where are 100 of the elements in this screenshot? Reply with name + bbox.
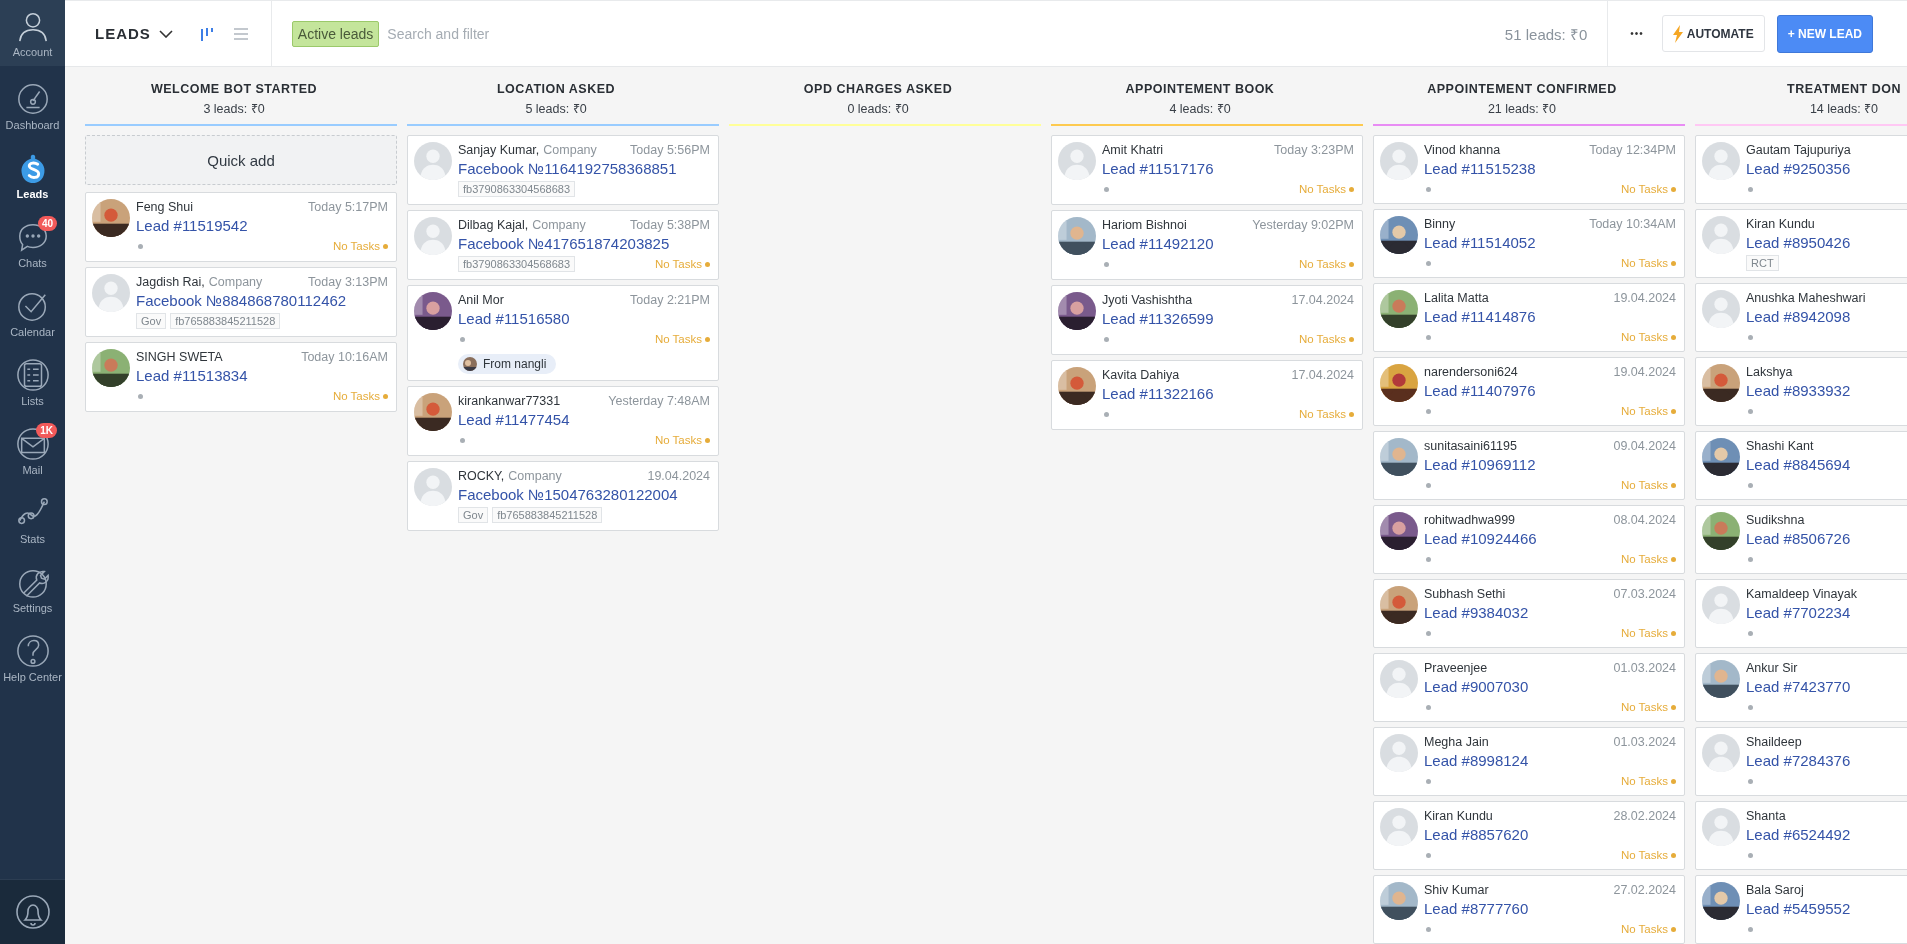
- search-field[interactable]: Search and filter: [385, 24, 1505, 43]
- lead-link[interactable]: Lead #8942098: [1746, 307, 1907, 327]
- message-note[interactable]: From nangli: [458, 354, 557, 374]
- lead-card[interactable]: Subhash Sethi 07.03.2024 Lead #9384032 No Tasks: [1373, 579, 1685, 648]
- lead-link[interactable]: Lead #11407976: [1424, 381, 1676, 401]
- sidebar-item[interactable]: Lists: [0, 348, 65, 417]
- tag[interactable]: fb765883845211528: [170, 313, 281, 329]
- lead-link[interactable]: Lead #10969112: [1424, 455, 1676, 475]
- lead-card[interactable]: Shaildeep Lead #7284376: [1695, 727, 1907, 796]
- tag[interactable]: fb3790863304568683: [458, 256, 576, 272]
- lead-card[interactable]: Kamaldeep Vinayak Lead #7702234: [1695, 579, 1907, 648]
- tag[interactable]: Gov: [136, 313, 167, 329]
- lead-link[interactable]: Lead #11414876: [1424, 307, 1676, 327]
- lead-card[interactable]: Jagdish Rai, Company Today 3:13PM Facebook №884868780112462 Gov fb765883845211528: [85, 267, 397, 337]
- lead-card[interactable]: Dilbag Kajal, Company Today 5:38PM Facebook №417651874203825 fb3790863304568683 No Tasks: [407, 210, 719, 280]
- lead-link[interactable]: Lead #11492120: [1102, 234, 1354, 254]
- lead-card[interactable]: Binny Today 10:34AM Lead #11514052 No Tasks: [1373, 209, 1685, 278]
- column-summary: 4 leads: ₹0: [1169, 101, 1232, 117]
- lead-link[interactable]: Lead #9250356: [1746, 159, 1907, 179]
- lead-link[interactable]: Lead #11326599: [1102, 309, 1354, 329]
- lead-card[interactable]: Vinod khanna Today 12:34PM Lead #11515238 No Tasks: [1373, 135, 1685, 204]
- pipeline-dropdown[interactable]: LEADS: [95, 25, 173, 42]
- lead-link[interactable]: Lead #8777760: [1424, 899, 1676, 919]
- lead-card[interactable]: Lakshya Lead #8933932: [1695, 357, 1907, 426]
- lead-card[interactable]: Ankur Sir Lead #7423770: [1695, 653, 1907, 722]
- lead-link[interactable]: Lead #11322166: [1102, 384, 1354, 404]
- filter-tag[interactable]: Active leads: [291, 20, 380, 47]
- lead-card[interactable]: Bala Saroj Lead #5459552: [1695, 875, 1907, 944]
- sidebar-item[interactable]: Account: [0, 0, 65, 66]
- lead-link[interactable]: Lead #11513834: [136, 366, 388, 386]
- lead-link[interactable]: Lead #8933932: [1746, 381, 1907, 401]
- lead-link[interactable]: Lead #6524492: [1746, 825, 1907, 845]
- lead-link[interactable]: Lead #8950426: [1746, 233, 1907, 253]
- tag[interactable]: Gov: [458, 507, 489, 523]
- lead-link[interactable]: Lead #8998124: [1424, 751, 1676, 771]
- tag[interactable]: RCT: [1746, 255, 1779, 271]
- lead-card[interactable]: Gautam Tajupuriya Lead #9250356: [1695, 135, 1907, 204]
- sidebar-item[interactable]: Calendar: [0, 279, 65, 348]
- lead-card[interactable]: Anil Mor Today 2:21PM Lead #11516580 No Tasks From nangli: [407, 285, 719, 381]
- column-title: LOCATION ASKED: [496, 82, 617, 96]
- tag[interactable]: fb765883845211528: [492, 507, 603, 523]
- lead-card[interactable]: Kavita Dahiya 17.04.2024 Lead #11322166 No Tasks: [1051, 360, 1363, 430]
- lead-card[interactable]: Kiran Kundu 28.02.2024 Lead #8857620 No Tasks: [1373, 801, 1685, 870]
- lead-card[interactable]: ROCKY, Company 19.04.2024 Facebook №1504763280122004 Gov fb765883845211528: [407, 461, 719, 531]
- sidebar-item[interactable]: 1K Mail: [0, 417, 65, 486]
- sidebar-item[interactable]: Settings: [0, 555, 65, 624]
- lead-card[interactable]: sunitasaini61195 09.04.2024 Lead #10969112 No Tasks: [1373, 431, 1685, 500]
- quick-add-button[interactable]: Quick add: [85, 135, 397, 185]
- sidebar-item[interactable]: 40 Chats: [0, 210, 65, 279]
- lead-link[interactable]: Lead #11516580: [458, 309, 710, 329]
- lead-card[interactable]: Jyoti Vashishtha 17.04.2024 Lead #11326599 No Tasks: [1051, 285, 1363, 355]
- sidebar-item[interactable]: Help Center: [0, 624, 65, 693]
- contact-name: Sudikshna: [1746, 512, 1805, 529]
- lead-link[interactable]: Lead #9007030: [1424, 677, 1676, 697]
- lead-card[interactable]: Sanjay Kumar, Company Today 5:56PM Facebook №1164192758368851 fb3790863304568683: [407, 135, 719, 205]
- lead-card[interactable]: SINGH SWETA Today 10:16AM Lead #11513834 No Tasks: [85, 342, 397, 412]
- lead-link[interactable]: Lead #11515238: [1424, 159, 1676, 179]
- automate-button[interactable]: AUTOMATE: [1661, 15, 1765, 52]
- lead-link[interactable]: Lead #10924466: [1424, 529, 1676, 549]
- lead-link[interactable]: Facebook №1164192758368851: [458, 159, 710, 179]
- lead-card[interactable]: Feng Shui Today 5:17PM Lead #11519542 No Tasks: [85, 192, 397, 262]
- lead-card[interactable]: narendersoni624 19.04.2024 Lead #11407976 No Tasks: [1373, 357, 1685, 426]
- lead-link[interactable]: Lead #8506726: [1746, 529, 1907, 549]
- sidebar-item[interactable]: Dashboard: [0, 72, 65, 141]
- lead-link[interactable]: Lead #11519542: [136, 216, 388, 236]
- lead-link[interactable]: Facebook №884868780112462: [136, 291, 388, 311]
- lead-card[interactable]: Shiv Kumar 27.02.2024 Lead #8777760 No Tasks: [1373, 875, 1685, 944]
- lead-card[interactable]: Kiran Kundu Lead #8950426 RCT: [1695, 209, 1907, 278]
- lead-card[interactable]: Praveenjee 01.03.2024 Lead #9007030 No Tasks: [1373, 653, 1685, 722]
- lead-card[interactable]: kirankanwar77331 Yesterday 7:48AM Lead #11477454 No Tasks: [407, 386, 719, 456]
- contact-name: Anushka Maheshwari: [1746, 290, 1866, 307]
- lead-card[interactable]: Lalita Matta 19.04.2024 Lead #11414876 No Tasks: [1373, 283, 1685, 352]
- lead-card[interactable]: Megha Jain 01.03.2024 Lead #8998124 No Tasks: [1373, 727, 1685, 796]
- contact-name: ROCKY,: [458, 468, 505, 485]
- dot-icon: [1426, 778, 1431, 784]
- lead-link[interactable]: Facebook №417651874203825: [458, 234, 710, 254]
- sidebar-item[interactable]: Leads: [0, 141, 65, 210]
- lead-card[interactable]: Shashi Kant Lead #8845694: [1695, 431, 1907, 500]
- lead-card[interactable]: Shanta Lead #6524492: [1695, 801, 1907, 870]
- lead-card[interactable]: rohitwadhwa999 08.04.2024 Lead #10924466 No Tasks: [1373, 505, 1685, 574]
- notifications-button[interactable]: [14, 894, 51, 930]
- lead-link[interactable]: Lead #11514052: [1424, 233, 1676, 253]
- lead-link[interactable]: Facebook №1504763280122004: [458, 485, 710, 505]
- lead-link[interactable]: Lead #7423770: [1746, 677, 1907, 697]
- lead-card[interactable]: Anushka Maheshwari Lead #8942098: [1695, 283, 1907, 352]
- lead-card[interactable]: Sudikshna Lead #8506726: [1695, 505, 1907, 574]
- sidebar-item[interactable]: Stats: [0, 486, 65, 555]
- more-button[interactable]: •••: [1624, 22, 1650, 45]
- tag[interactable]: fb3790863304568683: [458, 181, 576, 197]
- lead-link[interactable]: Lead #11477454: [458, 410, 710, 430]
- lead-card[interactable]: Hariom Bishnoi Yesterday 9:02PM Lead #11492120 No Tasks: [1051, 210, 1363, 280]
- lead-link[interactable]: Lead #11517176: [1102, 159, 1354, 179]
- lead-card[interactable]: Amit Khatri Today 3:23PM Lead #11517176 No Tasks: [1051, 135, 1363, 205]
- lead-link[interactable]: Lead #7284376: [1746, 751, 1907, 771]
- lead-link[interactable]: Lead #7702234: [1746, 603, 1907, 623]
- lead-link[interactable]: Lead #5459552: [1746, 899, 1907, 919]
- lead-link[interactable]: Lead #8845694: [1746, 455, 1907, 475]
- lead-link[interactable]: Lead #9384032: [1424, 603, 1676, 623]
- lead-link[interactable]: Lead #8857620: [1424, 825, 1676, 845]
- dot-icon: [1426, 186, 1431, 192]
